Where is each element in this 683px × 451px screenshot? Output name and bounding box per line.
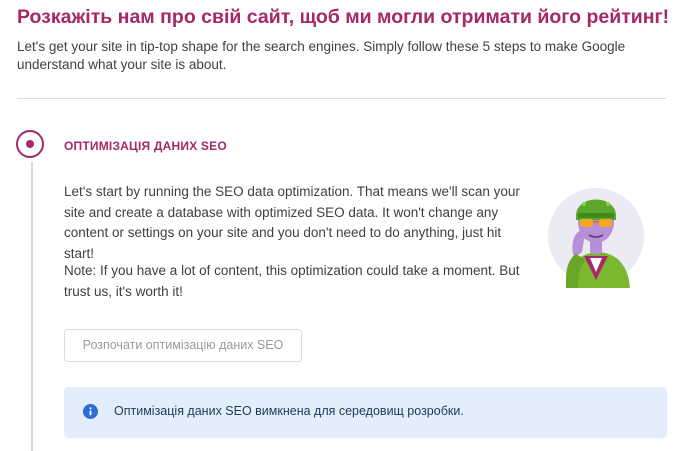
mascot-illustration bbox=[548, 188, 644, 288]
step-description: Let's start by running the SEO data opti… bbox=[64, 184, 520, 261]
info-icon bbox=[83, 404, 98, 419]
start-optimization-button[interactable]: Розпочати оптимізацію даних SEO bbox=[64, 329, 302, 362]
step-indicator-dot bbox=[26, 140, 34, 148]
step-title: ОПТИМІЗАЦІЯ ДАНИХ SEO bbox=[64, 139, 227, 153]
step-progress-rail bbox=[31, 162, 33, 451]
page-title: Розкажіть нам про свій сайт, щоб ми могл… bbox=[17, 6, 670, 28]
intro-text: Let's get your site in tip-top shape for… bbox=[17, 39, 626, 72]
divider bbox=[17, 98, 666, 99]
info-alert: Оптимізація даних SEO вимкнена для серед… bbox=[64, 387, 667, 438]
step-indicator bbox=[16, 130, 44, 158]
alert-text: Оптимізація даних SEO вимкнена для серед… bbox=[114, 404, 464, 418]
step-note: Note: If you have a lot of content, this… bbox=[64, 263, 520, 299]
